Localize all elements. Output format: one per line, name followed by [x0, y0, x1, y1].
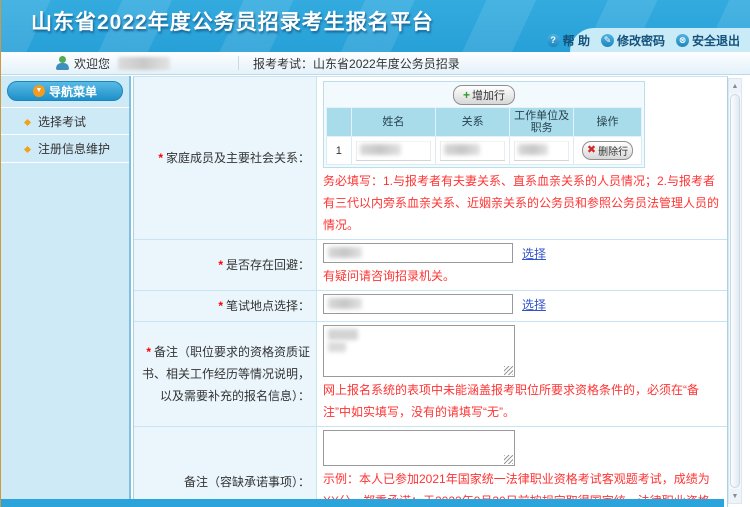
scrollbar-thumb[interactable] [730, 94, 740, 488]
help-icon: ? [547, 34, 560, 47]
exam-site-label: *笔试地点选择： [134, 291, 317, 321]
bullet-icon [24, 119, 31, 126]
add-row-button[interactable]: + 增加行 [453, 85, 515, 105]
remark-label: *备注（职位要求的资格资质证书、相关工作经历等情况说明，以及需要补充的报名信息）… [134, 322, 317, 426]
family-table-panel: + 增加行 姓名 关系 工作单位及职务 操作 [323, 81, 645, 168]
avoidance-input[interactable] [323, 243, 513, 263]
exam-site-input[interactable] [323, 294, 513, 314]
scroll-down-button[interactable]: ▼ [729, 489, 741, 503]
row-number-header [327, 108, 352, 137]
redacted-value [328, 329, 358, 340]
promise-row: 备注（容缺承诺事项）： 示例：本人已参加2021年国家统一法律职业资格考试客观题… [134, 427, 727, 507]
workunit-header: 工作单位及职务 [510, 108, 574, 137]
sidebar-item-select-exam[interactable]: 选择考试 [1, 107, 129, 135]
sidebar-item-label: 选择考试 [38, 113, 86, 130]
add-row-label: 增加行 [472, 87, 505, 103]
table-row: 1 ✖ 删除行 [327, 137, 642, 165]
exam-site-select-link[interactable]: 选择 [522, 296, 546, 313]
help-link-label: 帮 助 [563, 32, 590, 49]
vertical-scrollbar: ▲ ▼ [728, 78, 742, 504]
row-number-cell: 1 [327, 137, 352, 165]
logout-link[interactable]: ⊗ 安全退出 [676, 32, 740, 49]
table-header-row: 姓名 关系 工作单位及职务 操作 [327, 108, 642, 137]
username-redacted [118, 57, 170, 70]
avoidance-label: *是否存在回避： [134, 240, 317, 290]
banner-links: ? 帮 助 ✎ 修改密码 ⊗ 安全退出 [570, 28, 750, 52]
remark-textarea[interactable] [323, 325, 515, 377]
sidebar-item-registration-info[interactable]: 注册信息维护 [1, 135, 129, 163]
exam-site-row: *笔试地点选择： 选择 [134, 291, 727, 322]
redacted-value [518, 144, 548, 155]
change-password-link[interactable]: ✎ 修改密码 [601, 32, 665, 49]
redacted-value [328, 298, 362, 309]
delete-row-button[interactable]: ✖ 删除行 [582, 141, 633, 160]
banner: 山东省2022年度公务员招录考生报名平台 ? 帮 助 ✎ 修改密码 ⊗ 安全退出 [1, 0, 750, 52]
password-icon: ✎ [601, 34, 614, 47]
member-name-input[interactable] [356, 141, 431, 161]
change-password-label: 修改密码 [617, 32, 665, 49]
family-members-note: 务必填写：1.与报考者有夫妻关系、直系血亲关系的人员情况；2.与报考者有三代以内… [323, 170, 721, 236]
name-header: 姓名 [351, 108, 435, 137]
required-mark: * [218, 258, 223, 272]
required-mark: * [218, 299, 223, 313]
nav-menu-title: 导航菜单 [49, 83, 97, 100]
nav-arrow-icon: ▼ [33, 85, 45, 97]
avoidance-note: 有疑问请咨询招录机关。 [323, 265, 721, 287]
bullet-icon [24, 146, 31, 153]
app-window: 山东省2022年度公务员招录考生报名平台 ? 帮 助 ✎ 修改密码 ⊗ 安全退出… [0, 0, 750, 507]
logout-icon: ⊗ [676, 34, 689, 47]
page-title: 山东省2022年度公务员招录考生报名平台 [31, 6, 434, 36]
form-content: *家庭成员及主要社会关系： + 增加行 [131, 76, 750, 499]
welcome-divider [238, 56, 239, 70]
logout-label: 安全退出 [692, 32, 740, 49]
registration-form: *家庭成员及主要社会关系： + 增加行 [133, 76, 728, 507]
sidebar: ▼ 导航菜单 选择考试 注册信息维护 [1, 76, 131, 499]
family-members-row: *家庭成员及主要社会关系： + 增加行 [134, 77, 727, 240]
footer-strip [1, 499, 724, 507]
applied-exam-label: 报考考试：山东省2022年度公务员招录 [253, 55, 460, 72]
nav-menu-header[interactable]: ▼ 导航菜单 [7, 81, 123, 101]
redacted-value [360, 144, 401, 155]
promise-label: 备注（容缺承诺事项）： [134, 427, 317, 507]
avoidance-row: *是否存在回避： 选择 有疑问请咨询招录机关。 [134, 240, 727, 291]
family-members-table: 姓名 关系 工作单位及职务 操作 1 [326, 107, 642, 165]
main-area: ▼ 导航菜单 选择考试 注册信息维护 *家庭成员及主要社 [1, 76, 750, 499]
user-icon [56, 56, 69, 70]
redacted-value [328, 342, 346, 352]
remark-row: *备注（职位要求的资格资质证书、相关工作经历等情况说明，以及需要补充的报名信息）… [134, 322, 727, 427]
remark-note: 网上报名系统的表项中未能涵盖报考职位所要求资格条件的，必须在“备注”中如实填写，… [323, 379, 721, 423]
member-workunit-input[interactable] [514, 141, 569, 161]
scroll-up-button[interactable]: ▲ [729, 79, 741, 93]
plus-icon: + [463, 89, 470, 101]
delete-x-icon: ✖ [587, 145, 596, 156]
sidebar-item-label: 注册信息维护 [38, 140, 110, 157]
family-members-label: *家庭成员及主要社会关系： [134, 77, 317, 239]
required-mark: * [158, 151, 163, 165]
promise-textarea[interactable] [323, 430, 515, 466]
relation-header: 关系 [436, 108, 510, 137]
member-relation-input[interactable] [440, 141, 505, 161]
delete-row-label: 删除行 [598, 143, 628, 158]
required-mark: * [146, 345, 151, 359]
help-link[interactable]: ? 帮 助 [547, 32, 590, 49]
redacted-value [328, 247, 362, 258]
avoidance-select-link[interactable]: 选择 [522, 245, 546, 262]
redacted-value [444, 144, 480, 155]
welcome-greeting: 欢迎您 [74, 55, 110, 72]
welcome-bar: 欢迎您 报考考试：山东省2022年度公务员招录 [1, 52, 750, 75]
operation-header: 操作 [574, 108, 642, 137]
